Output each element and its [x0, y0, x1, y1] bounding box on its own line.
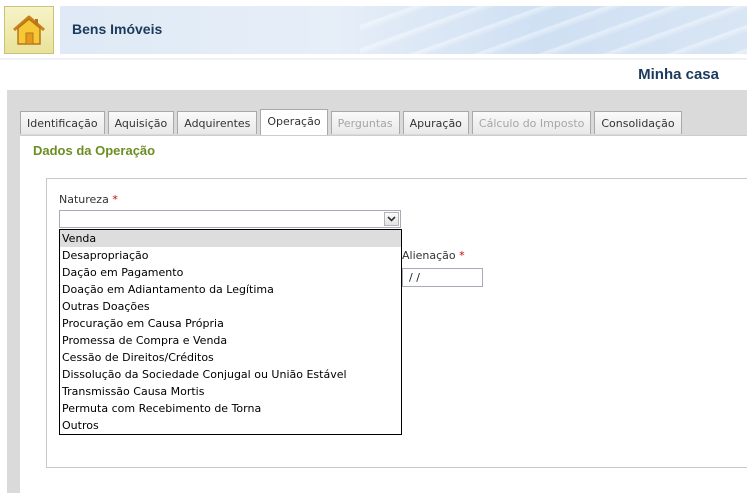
- dropdown-option[interactable]: Desapropriação: [60, 247, 401, 264]
- dropdown-option[interactable]: Transmissão Causa Mortis: [60, 383, 401, 400]
- app-header: Bens Imóveis: [0, 0, 747, 60]
- dropdown-option[interactable]: Dissolução da Sociedade Conjugal ou Uniã…: [60, 366, 401, 383]
- required-mark: *: [112, 193, 118, 206]
- natureza-select[interactable]: [59, 210, 401, 228]
- tab-aquisicao[interactable]: Aquisição: [107, 111, 175, 134]
- tab-calculo-do-imposto: Cálculo do Imposto: [471, 111, 592, 134]
- home-icon: [13, 15, 45, 45]
- natureza-dropdown-list[interactable]: Venda Desapropriação Dação em Pagamento Doa…: [59, 229, 402, 435]
- dropdown-option[interactable]: Procuração em Causa Própria: [60, 315, 401, 332]
- header-divider: [0, 58, 747, 60]
- dropdown-option[interactable]: Venda: [60, 230, 401, 247]
- section-title: Dados da Operação: [33, 143, 156, 158]
- natureza-label: Natureza *: [59, 193, 118, 206]
- dropdown-option[interactable]: Outras Doações: [60, 298, 401, 315]
- tab-identificacao[interactable]: Identificação: [20, 111, 105, 134]
- select-arrow-button[interactable]: [384, 212, 399, 226]
- tab-consolidacao[interactable]: Consolidação: [594, 111, 682, 134]
- dropdown-option[interactable]: Dação em Pagamento: [60, 264, 401, 281]
- alienacao-date-input[interactable]: / /: [402, 268, 483, 287]
- tab-apuracao[interactable]: Apuração: [402, 111, 469, 134]
- dropdown-option[interactable]: Promessa de Compra e Venda: [60, 332, 401, 349]
- required-mark: *: [459, 249, 465, 262]
- natureza-label-text: Natureza: [59, 193, 109, 206]
- tab-operacao[interactable]: Operação: [260, 109, 328, 135]
- tab-adquirentes[interactable]: Adquirentes: [177, 111, 258, 134]
- header-banner: Bens Imóveis: [60, 6, 747, 54]
- alienacao-label-text: Alienação: [402, 249, 456, 262]
- tab-bar: Identificação Aquisição Adquirentes Operaçã…: [20, 109, 685, 135]
- dropdown-option[interactable]: Cessão de Direitos/Créditos: [60, 349, 401, 366]
- dropdown-option[interactable]: Permuta com Recebimento de Torna: [60, 400, 401, 417]
- dropdown-option[interactable]: Doação em Adiantamento da Legítima: [60, 281, 401, 298]
- home-button[interactable]: [4, 6, 54, 54]
- alienacao-label: Alienação *: [402, 249, 465, 262]
- dropdown-option[interactable]: Outros: [60, 417, 401, 434]
- document-title: Minha casa: [638, 66, 719, 83]
- app-title: Bens Imóveis: [72, 21, 163, 37]
- chevron-down-icon: [387, 216, 396, 222]
- tab-perguntas: Perguntas: [330, 111, 400, 134]
